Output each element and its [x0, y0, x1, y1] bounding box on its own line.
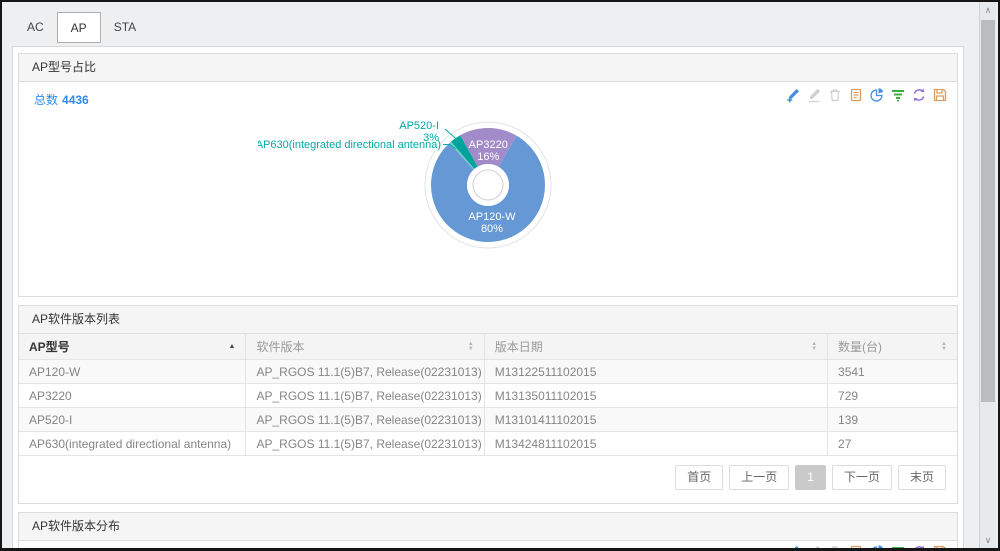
callout-label-ap520-name: AP520-I: [399, 120, 439, 132]
refresh-icon[interactable]: [911, 544, 927, 551]
save-icon[interactable]: [932, 87, 948, 103]
cell-model: AP120-W: [19, 360, 246, 384]
cell-version-date: M13122511102015: [484, 360, 827, 384]
scroll-up-icon[interactable]: ∧: [980, 2, 996, 18]
callout-label-ap630-name: AP630(integrated directional antenna): [258, 139, 441, 151]
panel-ap-model-share: AP型号占比 总数 4436: [18, 53, 958, 297]
delete-trash-icon: [827, 544, 843, 551]
tab-sta[interactable]: STA: [101, 12, 149, 43]
cell-version-date: M13101411102015: [484, 408, 827, 432]
app-window: AC AP STA AP型号占比 总数 4436: [0, 0, 1000, 551]
top-tab-bar: AC AP STA: [14, 12, 149, 43]
save-icon[interactable]: [932, 544, 948, 551]
pagination-current-page[interactable]: 1: [795, 465, 826, 490]
version-table: AP型号 ▲ 软件版本 ▲▼ 版本日期 ▲▼ 数量(台) ▲▼ AP120-W AP_R…: [19, 334, 957, 456]
pagination-prev-button[interactable]: 上一页: [729, 465, 789, 490]
cell-count: 27: [828, 432, 957, 456]
pagination-last-button[interactable]: 末页: [898, 465, 946, 490]
column-label: 版本日期: [495, 338, 543, 355]
pie-chart-icon[interactable]: [869, 544, 885, 551]
cell-software-version: AP_RGOS 11.1(5)B7, Release(02231013): [246, 360, 484, 384]
content-container: AP型号占比 总数 4436: [12, 46, 964, 548]
panel-ap-version-list: AP软件版本列表 AP型号 ▲ 软件版本 ▲▼ 版本日期 ▲▼ 数量(台) ▲▼ AP1…: [18, 305, 958, 504]
total-value: 4436: [62, 93, 89, 107]
cell-count: 3541: [828, 360, 957, 384]
sort-asc-icon: ▲: [229, 343, 236, 350]
sort-both-icon: ▲▼: [468, 342, 474, 352]
tab-ap[interactable]: AP: [57, 12, 101, 43]
cell-version-date: M13424811102015: [484, 432, 827, 456]
pie-chart-icon[interactable]: [869, 87, 885, 103]
total-label: 总数: [34, 93, 58, 107]
column-label: 数量(台): [838, 338, 882, 355]
cell-software-version: AP_RGOS 11.1(5)B7, Release(02231013): [246, 408, 484, 432]
report-icon[interactable]: [848, 544, 864, 551]
cell-model: AP520-I: [19, 408, 246, 432]
edit-icon: [806, 544, 822, 551]
column-header-version-date[interactable]: 版本日期 ▲▼: [484, 334, 827, 360]
panel-title: AP型号占比: [19, 54, 957, 82]
panel-title: AP软件版本列表: [19, 306, 957, 334]
filter-icon[interactable]: [890, 544, 906, 551]
cell-model: AP630(integrated directional antenna): [19, 432, 246, 456]
column-label: AP型号: [29, 338, 70, 355]
refresh-icon[interactable]: [911, 87, 927, 103]
cell-software-version: AP_RGOS 11.1(5)B7, Release(02231013): [246, 384, 484, 408]
sort-both-icon: ▲▼: [941, 342, 947, 352]
pagination: 首页 上一页 1 下一页 末页: [19, 456, 957, 503]
report-icon[interactable]: [848, 87, 864, 103]
column-label: 软件版本: [256, 338, 304, 355]
edit-add-icon[interactable]: [785, 87, 801, 103]
cell-count: 139: [828, 408, 957, 432]
total-count: 总数 4436: [34, 91, 89, 108]
edit-icon: [806, 87, 822, 103]
table-row: AP630(integrated directional antenna) AP…: [19, 432, 957, 456]
ap-model-donut-chart: AP120-W80%AP322016% AP520-I 3% AP630(int…: [258, 82, 718, 262]
column-header-model[interactable]: AP型号 ▲: [19, 334, 246, 360]
pagination-next-button[interactable]: 下一页: [832, 465, 892, 490]
cell-software-version: AP_RGOS 11.1(5)B7, Release(02231013): [246, 432, 484, 456]
chart-body: 总数4436 AP120-W80%AP3: [19, 82, 957, 296]
delete-trash-icon: [827, 87, 843, 103]
table-row: AP3220 AP_RGOS 11.1(5)B7, Release(022310…: [19, 384, 957, 408]
cell-version-date: M13135011102015: [484, 384, 827, 408]
table-row: AP520-I AP_RGOS 11.1(5)B7, Release(02231…: [19, 408, 957, 432]
scroll-down-icon[interactable]: ∨: [980, 532, 996, 548]
table-row: AP120-W AP_RGOS 11.1(5)B7, Release(02231…: [19, 360, 957, 384]
distribution-toolbar: [785, 544, 948, 551]
panel-ap-version-distribution: AP软件版本分布: [18, 512, 958, 551]
vertical-scrollbar[interactable]: ∧ ∨: [979, 2, 996, 548]
chart-toolbar: [785, 87, 948, 103]
edit-add-icon[interactable]: [785, 544, 801, 551]
distribution-body: [19, 541, 957, 551]
column-header-software-version[interactable]: 软件版本 ▲▼: [246, 334, 484, 360]
pagination-first-button[interactable]: 首页: [675, 465, 723, 490]
column-header-count[interactable]: 数量(台) ▲▼: [828, 334, 957, 360]
sort-both-icon: ▲▼: [811, 342, 817, 352]
filter-icon[interactable]: [890, 87, 906, 103]
scrollbar-thumb[interactable]: [981, 20, 995, 402]
panel-title: AP软件版本分布: [19, 513, 957, 541]
cell-count: 729: [828, 384, 957, 408]
tab-ac[interactable]: AC: [14, 12, 57, 43]
table-header-row: AP型号 ▲ 软件版本 ▲▼ 版本日期 ▲▼ 数量(台) ▲▼: [19, 334, 957, 360]
cell-model: AP3220: [19, 384, 246, 408]
